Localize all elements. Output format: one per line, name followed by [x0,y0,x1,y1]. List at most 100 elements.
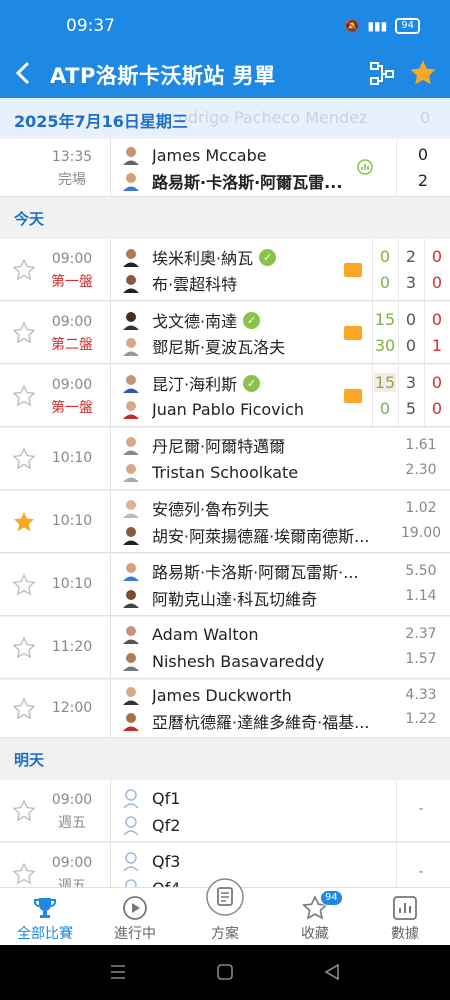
nav-all-matches[interactable]: 全部比賽 [0,888,90,945]
player-avatar [123,437,139,455]
favorite-star-icon[interactable] [12,321,36,345]
page-title: ATP洛斯卡沃斯站 男單 [50,64,276,88]
player-avatar [123,687,139,705]
section-today: 今天 [0,198,450,238]
score-p1: 0 [417,145,429,164]
player-1: 安德列·魯布列夫 [122,496,269,520]
tennis-court-icon [344,326,362,340]
match-row-upcoming[interactable]: 10:10 丹尼爾·阿爾特邁爾 Tristan Schoolkate 1.61 … [0,428,450,490]
player-2: 阿勒克山達·科瓦切維奇 [122,586,317,610]
status-time: 09:37 [66,16,115,36]
match-row-upcoming[interactable]: 10:10 路易斯·卡洛斯·阿爾瓦雷斯·... 阿勒克山達·科瓦切維奇 5.50… [0,554,450,616]
favorite-star-icon[interactable] [12,862,36,886]
match-row-upcoming[interactable]: 12:00 James Duckworth 亞曆杭德羅·達維多維奇·福基... … [0,680,450,738]
home-icon[interactable] [217,963,233,985]
favorite-star-icon[interactable] [12,258,36,282]
player-avatar [123,590,139,608]
document-icon [206,878,244,916]
odds-p2: 1.57 [405,651,437,667]
odds-p1: 5.50 [405,563,437,579]
player-2: 亞曆杭德羅·達維多維奇·福基... [122,709,369,733]
player-avatar [123,275,139,293]
player-1: 埃米利奧·納瓦 ✓ [122,245,277,269]
signal-icon: ▮▮▮ [367,19,388,33]
battery-icon: 94 [395,18,420,34]
placeholder-avatar-icon [123,789,139,808]
player-2: 胡安·阿萊揚德羅·埃爾南德斯... [122,523,369,547]
match-row-tomorrow[interactable]: 09:00 週五 Qf1 Qf2 - [0,780,450,842]
status-icons: 🔕 ▮▮▮ 94 [344,18,420,34]
player-avatar [123,713,139,731]
player-avatar [123,653,139,671]
stats-icon[interactable] [357,159,373,175]
bracket-icon[interactable] [368,60,396,88]
back-icon[interactable] [10,58,38,88]
placeholder-avatar-icon [123,816,139,835]
player-1: Qf1 [122,786,180,810]
match-row-live[interactable]: 09:00 第一盤 埃米利奧·納瓦 ✓ 布·雲超科特 0 2 0 0 3 0 [0,239,450,301]
recent-apps-icon[interactable] [110,963,126,985]
player-1: 路易斯·卡洛斯·阿爾瓦雷斯·... [122,559,359,583]
odds-p1: 4.33 [405,687,437,703]
player-2: 布·雲超科特 [122,271,237,295]
favorite-star-icon[interactable] [408,58,438,88]
favorite-star-icon[interactable] [12,384,36,408]
favorite-star-icon[interactable] [12,573,36,597]
favorite-star-filled-icon[interactable] [12,510,36,534]
player-avatar [123,312,139,330]
player-1: 昆汀·海利斯 ✓ [122,371,261,395]
nav-live[interactable]: 進行中 [90,888,180,945]
player-2: Juan Pablo Ficovich [122,397,304,421]
match-status: 完場 [58,172,86,188]
app-top-bar: 09:37 🔕 ▮▮▮ 94 ATP洛斯卡沃斯站 男單 [0,0,450,98]
back-nav-icon[interactable] [324,963,340,985]
odds-p2: 2.30 [405,462,437,478]
favorite-star-icon[interactable] [12,799,36,823]
player-avatar [123,563,139,581]
odds-p2: 19.00 [400,525,442,541]
player-avatar [123,173,139,191]
favorite-star-icon[interactable] [12,697,36,721]
match-row-live[interactable]: 09:00 第二盤 戈文德·南達 ✓ 鄧尼斯·夏波瓦洛夫 15 0 0 30 0… [0,302,450,364]
tennis-court-icon [344,389,362,403]
odds-p1: 1.02 [405,500,437,516]
tennis-court-icon [344,263,362,277]
player-2: Tristan Schoolkate [122,460,298,484]
odds-p2: 1.14 [405,588,437,604]
nav-favorites[interactable]: 94 收藏 [270,888,360,945]
player-avatar [123,500,139,518]
player-1: Qf3 [122,849,180,873]
player-1: James Mccabe [122,143,267,167]
player-avatar [123,338,139,356]
player-1: 丹尼爾·阿爾特邁爾 [122,433,285,457]
odds-p2: 1.22 [405,711,437,727]
player-2: 路易斯·卡洛斯·阿爾瓦雷... [122,169,342,193]
section-tomorrow: 明天 [0,739,450,779]
match-row-live[interactable]: 09:00 第一盤 昆汀·海利斯 ✓ Juan Pablo Ficovich 1… [0,365,450,427]
mute-icon: 🔕 [344,19,360,33]
match-row-upcoming[interactable]: 11:20 Adam Walton Nishesh Basavareddy 2.… [0,617,450,679]
player-avatar [123,401,139,419]
match-time: 13:35 [51,149,93,165]
status-bar: 09:37 🔕 ▮▮▮ 94 [0,0,450,50]
favorite-star-icon[interactable] [12,636,36,660]
nav-plans[interactable]: 方案 [180,878,270,945]
match-row-finished[interactable]: 13:35 完場 James Mccabe 路易斯·卡洛斯·阿爾瓦雷... 0 … [0,139,450,197]
serving-check-icon: ✓ [243,311,261,329]
player-2: Nishesh Basavareddy [122,649,324,673]
ghost-player-name: odrigo Pacheco Mendez [178,108,368,127]
favorites-count-badge: 94 [320,890,343,906]
score-p2: 2 [417,171,429,190]
player-avatar [123,375,139,393]
bottom-nav: 全部比賽 進行中 方案 94 收藏 數據 [0,878,450,945]
player-avatar [123,626,139,644]
serving-check-icon: ✓ [259,248,277,266]
date-label: 2025年7月16日星期三 [14,112,188,131]
match-row-upcoming[interactable]: 10:10 安德列·魯布列夫 胡安·阿萊揚德羅·埃爾南德斯... 1.02 19… [0,491,450,553]
header: ATP洛斯卡沃斯站 男單 [0,50,450,98]
nav-data[interactable]: 數據 [360,888,450,945]
trophy-icon [34,898,56,918]
player-2: 鄧尼斯·夏波瓦洛夫 [122,334,285,358]
ghost-score: 0 [419,108,430,127]
favorite-star-icon[interactable] [12,447,36,471]
